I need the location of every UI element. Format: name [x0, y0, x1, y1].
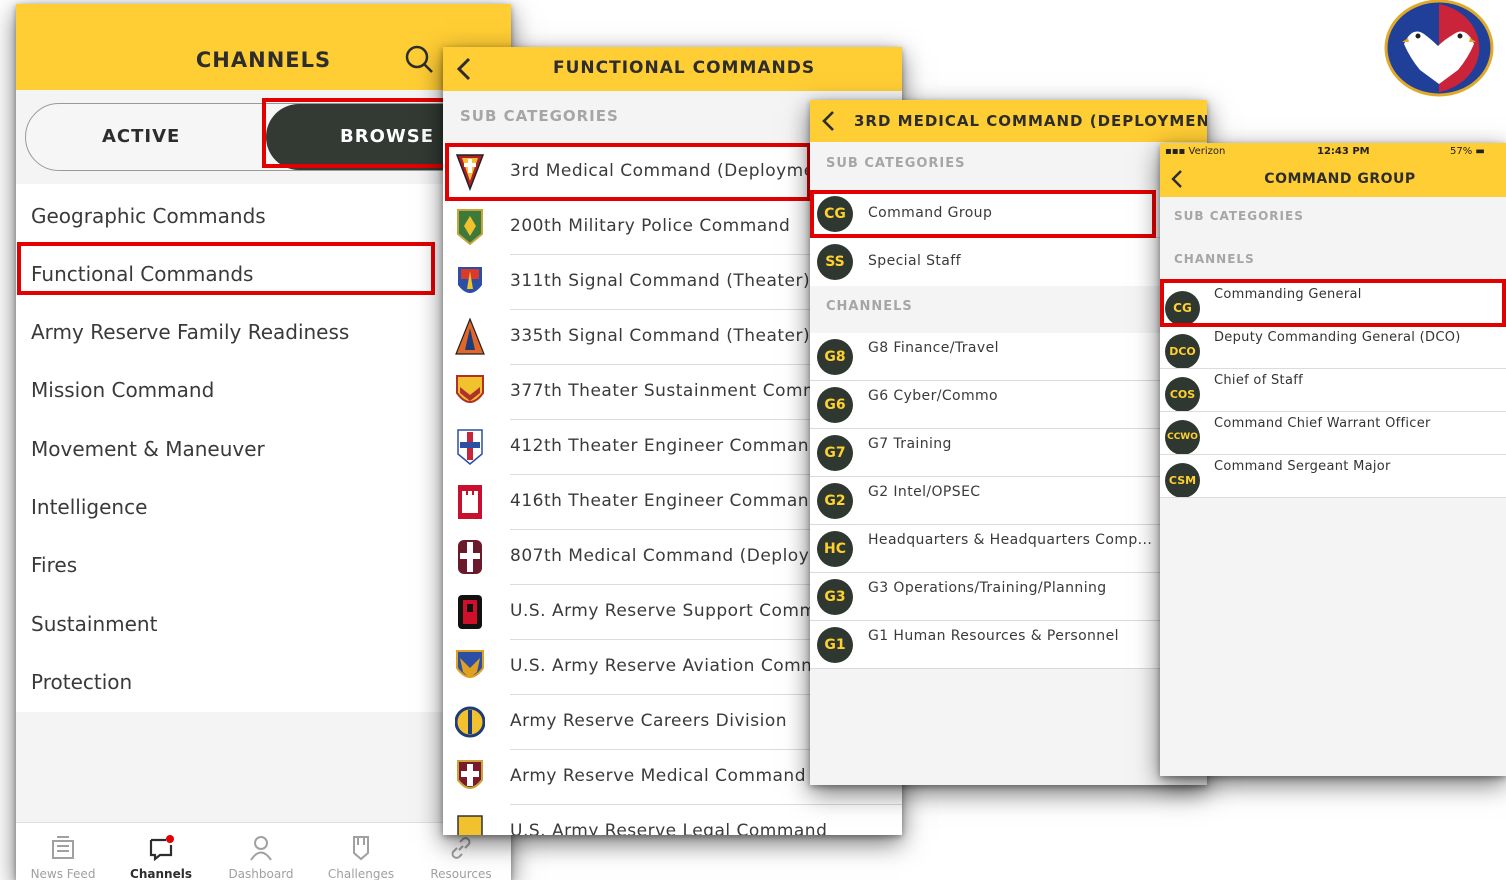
command-group-screen: ▪▪▪ Verizon 12:43 PM 57% ▬ COMMAND GROUP…	[1160, 143, 1506, 776]
channels-screen: CHANNELS ACTIVE BROWSE Geographic Comman…	[16, 4, 511, 880]
medical-command-icon	[457, 760, 483, 789]
channels-label: CHANNELS	[1174, 252, 1255, 266]
avatar: G8	[817, 339, 853, 375]
subcategory-command-group[interactable]: CG Command Group	[810, 190, 1207, 238]
link-icon	[451, 837, 471, 859]
back-chevron-icon[interactable]	[455, 56, 473, 82]
search-icon[interactable]	[404, 44, 438, 76]
status-carrier: ▪▪▪ Verizon	[1165, 146, 1226, 157]
signal-crest-icon	[455, 318, 485, 355]
sub-categories-label: SUB CATEGORIES	[826, 156, 966, 171]
category-protection[interactable]: Protection	[31, 670, 132, 694]
avatar: HC	[817, 531, 853, 567]
medical-cross-icon	[458, 540, 482, 574]
engineer-castle-icon	[458, 485, 482, 519]
subcategory-special-staff[interactable]: SS Special Staff	[810, 238, 1207, 286]
avatar: G7	[817, 435, 853, 471]
engineer-crest-icon	[457, 429, 483, 465]
list-item[interactable]: U.S. Army Reserve Legal Command	[443, 805, 902, 835]
avatar: DCO	[1165, 334, 1200, 369]
category-movement-maneuver[interactable]: Movement & Maneuver	[31, 437, 265, 461]
tab-label: Resources	[430, 867, 492, 880]
military-police-crest-icon	[457, 209, 483, 246]
signal-crest-icon	[458, 267, 482, 293]
tab-label: Channels	[130, 867, 192, 880]
channels-label: CHANNELS	[826, 299, 913, 314]
functional-commands-header: FUNCTIONAL COMMANDS	[443, 47, 902, 91]
avatar: COS	[1165, 377, 1200, 412]
signal-bars-icon: ▪▪▪	[1165, 146, 1189, 157]
bottom-tab-bar: News Feed Channels Dashboard Challenges	[16, 822, 511, 880]
avatar: G6	[817, 387, 853, 423]
category-sustainment[interactable]: Sustainment	[31, 612, 157, 636]
aviation-crest-icon	[456, 650, 484, 678]
status-time: 12:43 PM	[1317, 146, 1370, 157]
avatar: SS	[817, 244, 853, 280]
tab-label: Dashboard	[228, 867, 294, 880]
medical-command-screen: 3RD MEDICAL COMMAND (DEPLOYMENT... SUB C…	[810, 100, 1207, 785]
badge-icon	[353, 836, 369, 861]
command-group-header: ▪▪▪ Verizon 12:43 PM 57% ▬ COMMAND GROUP	[1160, 143, 1506, 197]
channel-command-sergeant-major[interactable]: CSM Command Sergeant Major	[1160, 455, 1506, 498]
tab-label: Challenges	[327, 867, 395, 880]
tab-browse-label: BROWSE	[340, 126, 434, 147]
channel-g7[interactable]: G7 G7 Training	[810, 429, 1207, 477]
person-icon	[250, 836, 272, 861]
sustainment-crest-icon	[456, 375, 484, 403]
page-title: FUNCTIONAL COMMANDS	[553, 58, 816, 78]
channel-g2[interactable]: G2 G2 Intel/OPSEC	[810, 477, 1207, 525]
category-mission-command[interactable]: Mission Command	[31, 378, 214, 402]
support-command-icon	[458, 595, 482, 629]
channel-command-chief-warrant-officer[interactable]: CCWO Command Chief Warrant Officer	[1160, 412, 1506, 455]
category-geographic-commands[interactable]: Geographic Commands	[31, 204, 266, 228]
battery-icon: ▬	[1475, 146, 1485, 157]
page-title: 3RD MEDICAL COMMAND (DEPLOYMENT...	[854, 112, 1207, 130]
channel-g1[interactable]: G1 G1 Human Resources & Personnel	[810, 621, 1207, 669]
news-feed-icon	[52, 836, 74, 859]
channel-g3[interactable]: G3 G3 Operations/Training/Planning	[810, 573, 1207, 621]
category-fires[interactable]: Fires	[31, 553, 77, 577]
medical-crest-icon	[455, 154, 485, 191]
avatar: CSM	[1165, 463, 1200, 498]
status-battery: 57% ▬	[1450, 146, 1485, 157]
channels-header: CHANNELS	[16, 4, 511, 90]
tab-label: News Feed	[30, 867, 96, 880]
channel-g8[interactable]: G8 G8 Finance/Travel	[810, 333, 1207, 381]
sub-categories-label: SUB CATEGORIES	[460, 107, 619, 125]
avatar: G3	[817, 579, 853, 615]
medical-command-header: 3RD MEDICAL COMMAND (DEPLOYMENT...	[810, 100, 1207, 142]
category-list: Geographic Commands Functional Commands …	[16, 184, 511, 712]
avatar: CG	[817, 196, 853, 232]
army-reserve-eagle-logo	[1384, 0, 1494, 97]
legal-command-icon	[457, 815, 483, 835]
category-intelligence[interactable]: Intelligence	[31, 495, 147, 519]
channel-g6[interactable]: G6 G6 Cyber/Commo	[810, 381, 1207, 429]
channels-icon	[149, 835, 174, 861]
back-chevron-icon[interactable]	[821, 110, 837, 132]
sub-categories-label: SUB CATEGORIES	[1174, 209, 1304, 223]
channel-commanding-general[interactable]: CG Commanding General	[1160, 283, 1506, 326]
avatar: G1	[817, 627, 853, 663]
tab-active[interactable]: ACTIVE	[102, 126, 180, 147]
channel-chief-of-staff[interactable]: COS Chief of Staff	[1160, 369, 1506, 412]
careers-crest-icon	[455, 706, 485, 738]
channel-deputy-commanding-general[interactable]: DCO Deputy Commanding General (DCO)	[1160, 326, 1506, 369]
category-family-readiness[interactable]: Army Reserve Family Readiness	[31, 320, 349, 344]
channel-hc[interactable]: HC Headquarters & Headquarters Comp...	[810, 525, 1207, 573]
page-title: COMMAND GROUP	[1264, 171, 1416, 187]
avatar: G2	[817, 483, 853, 519]
avatar: CCWO	[1165, 420, 1200, 455]
avatar: CG	[1165, 291, 1200, 326]
category-functional-commands[interactable]: Functional Commands	[31, 262, 253, 286]
